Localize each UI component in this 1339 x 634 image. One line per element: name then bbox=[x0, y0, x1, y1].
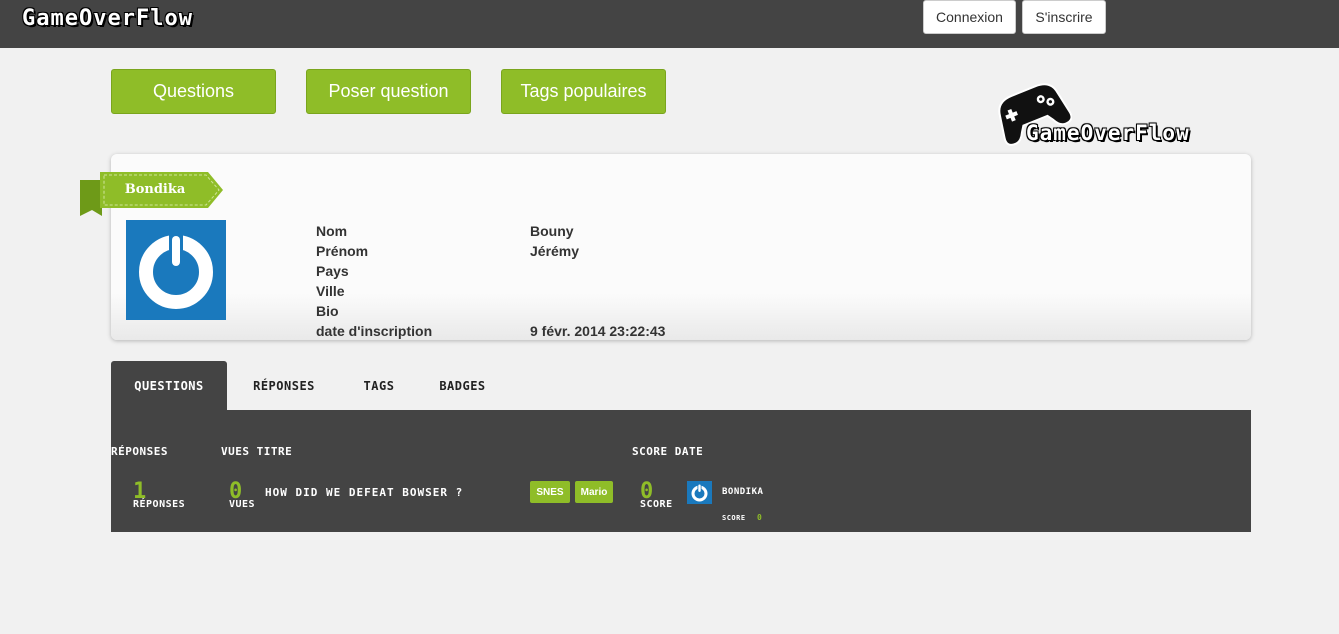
field-value-prenom: Jérémy bbox=[530, 243, 580, 259]
column-header-score-date: Score Date bbox=[632, 445, 704, 458]
login-button[interactable]: Connexion bbox=[923, 0, 1016, 34]
top-navbar: GameOverFlow Connexion S'inscrire bbox=[0, 0, 1339, 48]
tag-snes[interactable]: SNES bbox=[530, 481, 570, 503]
field-label-nom: Nom bbox=[316, 223, 348, 239]
column-header-answers: Réponses bbox=[111, 445, 168, 458]
score-label: Score bbox=[640, 499, 673, 510]
field-value-nom: Bouny bbox=[530, 223, 574, 239]
avatar bbox=[126, 220, 226, 320]
views-label: Vues bbox=[229, 499, 256, 510]
power-icon bbox=[691, 484, 708, 502]
tab-tags[interactable]: Tags bbox=[344, 361, 414, 410]
author-score-label: score bbox=[722, 514, 746, 522]
tab-questions[interactable]: Questions bbox=[111, 361, 227, 410]
power-icon bbox=[139, 232, 213, 309]
tag-mario[interactable]: Mario bbox=[575, 481, 613, 503]
author-score: 0 bbox=[757, 513, 763, 522]
field-label-pays: Pays bbox=[316, 263, 349, 279]
field-label-prenom: Prénom bbox=[316, 243, 369, 259]
questions-button[interactable]: Questions bbox=[111, 69, 276, 114]
ask-question-button[interactable]: Poser question bbox=[306, 69, 471, 114]
column-header-views-title: Vues Titre bbox=[221, 445, 293, 458]
brand-logo[interactable]: GameOverFlow bbox=[22, 6, 193, 31]
tab-badges[interactable]: Badges bbox=[420, 361, 505, 410]
tab-answers[interactable]: Réponses bbox=[232, 361, 336, 410]
field-label-date: date d'inscription bbox=[316, 323, 433, 339]
questions-panel bbox=[111, 410, 1251, 532]
field-label-bio: Bio bbox=[316, 303, 339, 319]
field-label-ville: Ville bbox=[316, 283, 345, 299]
profile-card bbox=[111, 154, 1251, 340]
field-value-date: 9 févr. 2014 23:22:43 bbox=[530, 323, 666, 339]
site-logo-text: GameOverFlow bbox=[1026, 121, 1190, 145]
author-avatar[interactable] bbox=[687, 481, 712, 504]
popular-tags-button[interactable]: Tags populaires bbox=[501, 69, 666, 114]
answers-label: Réponses bbox=[133, 499, 186, 510]
author-name[interactable]: Bondika bbox=[722, 487, 763, 497]
signup-button[interactable]: S'inscrire bbox=[1022, 0, 1106, 34]
profile-username: Bondika bbox=[124, 181, 186, 197]
question-title-link[interactable]: How did we defeat Bowser ? bbox=[265, 486, 463, 499]
